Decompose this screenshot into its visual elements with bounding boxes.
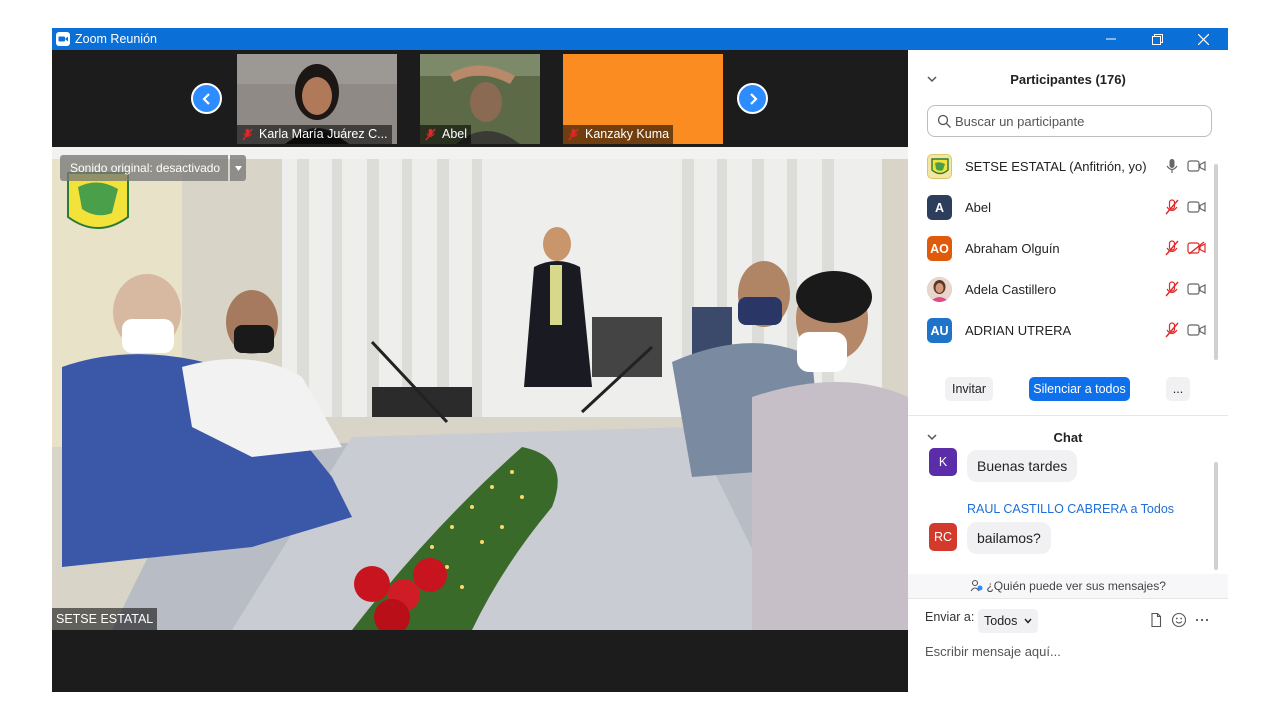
people-icon [970,579,983,592]
original-sound-toggle[interactable]: Sonido original: desactivado [60,155,247,181]
muted-mic-icon [242,128,253,141]
next-page-button[interactable] [737,83,768,114]
main-speaker-video[interactable]: Sonido original: desactivado SETSE ESTAT… [52,147,908,630]
close-icon [1197,33,1209,45]
participants-title: Participantes (176) [1010,72,1126,87]
send-to-dropdown[interactable]: Todos [978,609,1038,633]
participant-row[interactable]: SETSE ESTATAL (Anfitrión, yo) [908,146,1218,187]
previous-page-button[interactable] [191,83,222,114]
video-area: Karla María Juárez C... Abel Kanzaky Kum… [52,50,908,692]
side-panel: Participantes (176) SETSE ESTATAL (Anfit… [908,50,1228,692]
participant-name: Karla María Juárez C... [237,125,392,144]
mic-muted-icon[interactable] [1164,240,1180,256]
mic-muted-icon[interactable] [1164,281,1180,297]
thumbnail-strip: Karla María Juárez C... Abel Kanzaky Kum… [52,50,908,147]
message-bubble: Buenas tardes [967,450,1078,482]
participant-name: Abraham Olguín [965,241,1060,256]
chat-header: Chat [908,422,1228,452]
seal-avatar-icon [930,157,949,174]
send-to-value: Todos [984,614,1018,628]
zoom-window: Zoom Reunión Karla María Juárez C... Abe… [52,28,1228,692]
avatar: AU [927,318,952,343]
user-photo-icon [927,277,952,302]
participant-row[interactable]: Adela Castillero [908,269,1218,310]
avatar: RC [929,523,957,551]
original-sound-dropdown[interactable] [230,155,247,181]
participant-row[interactable]: A Abel [908,187,1218,228]
minimize-button[interactable] [1088,28,1134,50]
thumbnail-video[interactable]: Kanzaky Kuma [563,54,723,144]
avatar [927,154,952,179]
more-options-button[interactable]: ... [1166,377,1190,401]
window-title: Zoom Reunión [75,32,157,46]
original-sound-label: Sonido original: desactivado [60,155,229,181]
chat-title: Chat [1053,430,1083,445]
thumbnail-video[interactable]: Karla María Juárez C... [237,54,397,144]
avatar [927,277,952,302]
section-divider [908,415,1228,416]
invite-button[interactable]: Invitar [945,377,993,401]
emoji-icon[interactable] [1171,612,1187,628]
section-divider [908,598,1228,599]
avatar: A [927,195,952,220]
chevron-right-icon [749,92,758,105]
message-sender[interactable]: RAUL CASTILLO CABRERA a Todos [967,502,1174,516]
close-button[interactable] [1180,28,1226,50]
chevron-left-icon [201,92,210,105]
video-off-icon[interactable] [1187,241,1206,255]
participant-search[interactable] [927,105,1212,137]
mic-muted-icon[interactable] [1164,322,1180,338]
file-icon[interactable] [1148,612,1164,628]
participants-header: Participantes (176) [908,64,1228,94]
participant-name: SETSE ESTATAL (Anfitrión, yo) [965,159,1147,174]
participant-row[interactable]: AO Abraham Olguín [908,228,1218,269]
chevron-down-icon [1024,618,1032,624]
video-on-icon[interactable] [1187,200,1206,214]
participant-name: Adela Castillero [965,282,1057,297]
video-on-icon[interactable] [1187,323,1206,337]
search-input[interactable] [955,107,1205,135]
seal-logo [67,172,129,229]
caret-down-icon [234,165,242,171]
mic-on-icon[interactable] [1164,158,1180,174]
restore-button[interactable] [1134,28,1180,50]
mic-muted-icon[interactable] [1164,199,1180,215]
mute-all-button[interactable]: Silenciar a todos [1029,377,1130,401]
participant-actions: Invitar Silenciar a todos ... [908,377,1228,403]
speaker-name-label: SETSE ESTATAL [52,608,158,630]
video-on-icon[interactable] [1187,159,1206,173]
zoom-logo-icon [56,32,70,46]
more-icon[interactable] [1194,612,1210,628]
chat-scrollbar[interactable] [1214,462,1218,570]
thumbnail-video[interactable]: Abel [420,54,540,144]
video-on-icon[interactable] [1187,282,1206,296]
participant-row[interactable]: AU ADRIAN UTRERA [908,310,1218,351]
muted-mic-icon [425,128,436,141]
participants-scrollbar[interactable] [1214,164,1218,360]
avatar: K [929,448,957,476]
title-bar: Zoom Reunión [52,28,1228,50]
send-to-label: Enviar a: [925,610,975,624]
meeting-room-video [52,147,908,630]
muted-mic-icon [568,128,579,141]
who-can-see-link[interactable]: ¿Quién puede ver sus mensajes? [908,574,1228,598]
who-can-see-label: ¿Quién puede ver sus mensajes? [986,579,1166,593]
restore-icon [1151,33,1163,45]
participant-name: ADRIAN UTRERA [965,323,1072,338]
chat-message-input[interactable] [925,640,1215,662]
participant-name: Abel [965,200,992,215]
message-bubble: bailamos? [967,522,1051,554]
search-icon [937,114,951,128]
minimize-icon [1106,38,1116,40]
avatar: AO [927,236,952,261]
